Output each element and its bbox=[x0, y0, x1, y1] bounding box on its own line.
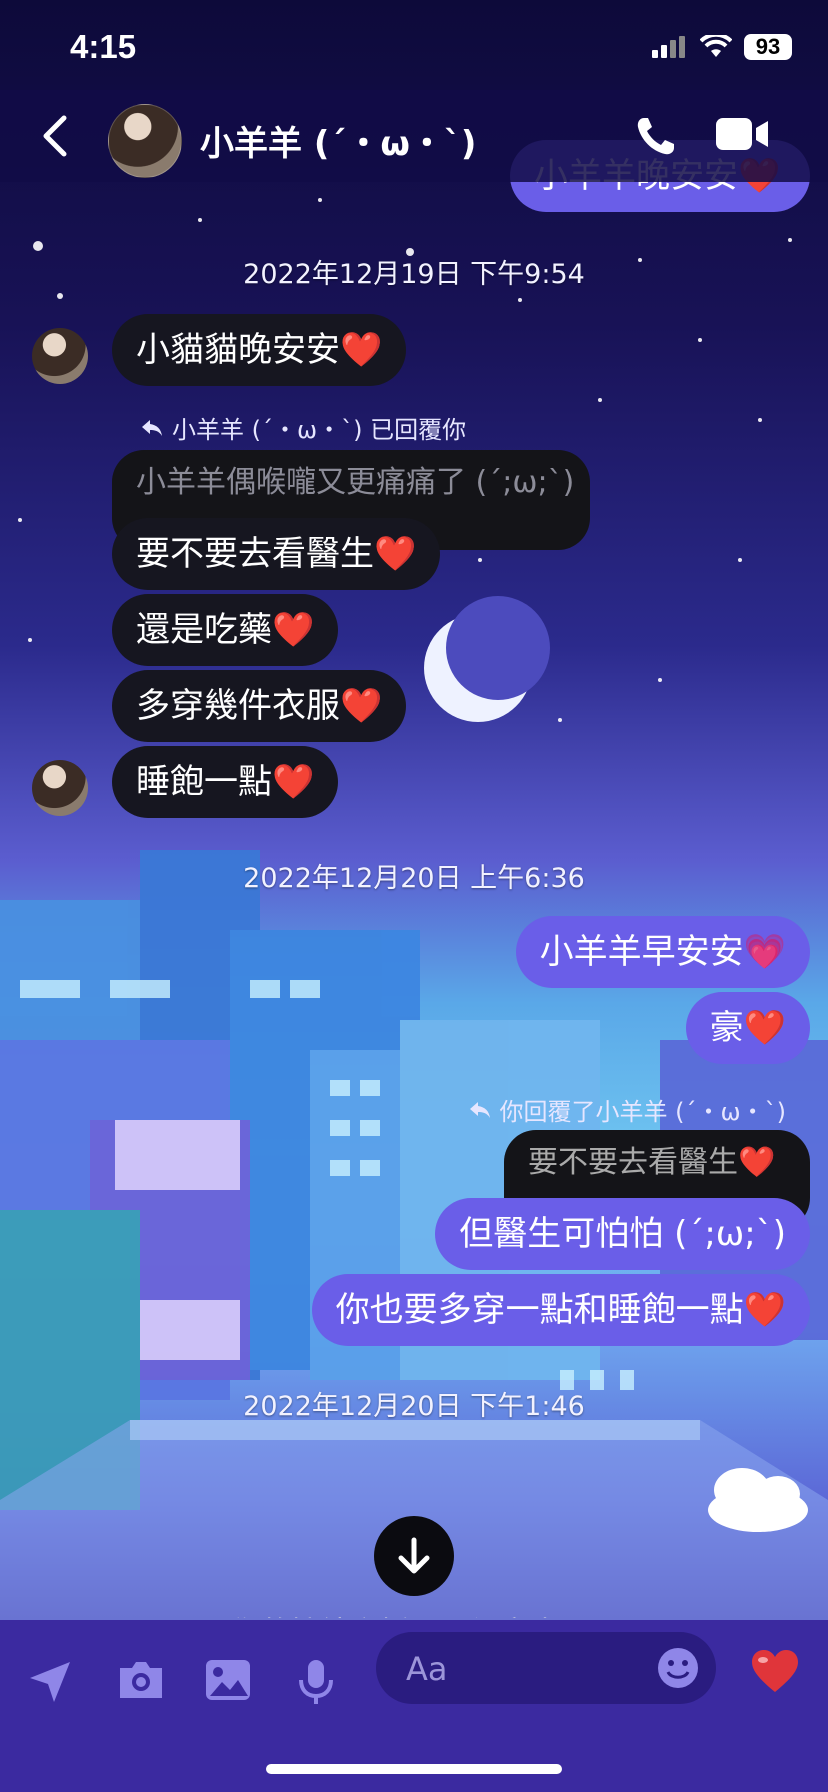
contact-avatar-small bbox=[32, 328, 88, 384]
contact-name[interactable]: 小羊羊 (´・ω・`) bbox=[200, 116, 476, 165]
reply-label-text: 小羊羊 (´・ω・`) 已回覆你 bbox=[172, 416, 467, 444]
image-gallery-icon[interactable] bbox=[204, 1658, 252, 1702]
arrow-down-icon bbox=[398, 1537, 430, 1574]
partially-hidden-message: 你將持續之播回覆視窗先❤️ bbox=[230, 1604, 570, 1618]
timestamp: 2022年12月20日 上午6:36 bbox=[243, 863, 585, 894]
back-chevron-icon[interactable] bbox=[36, 114, 76, 158]
status-time: 4:15 bbox=[70, 28, 137, 65]
incoming-message[interactable]: 還是吃藥❤️ bbox=[112, 594, 339, 666]
contact-avatar-small bbox=[32, 760, 88, 816]
outgoing-message[interactable]: 但醫生可怕怕 (´;ω;`) bbox=[435, 1198, 810, 1270]
chat-header: 小羊羊 (´・ω・`) bbox=[0, 90, 828, 182]
scroll-to-bottom-button[interactable] bbox=[374, 1516, 454, 1596]
send-location-icon[interactable] bbox=[26, 1658, 74, 1706]
outgoing-message[interactable]: 小羊羊早安安💗 bbox=[515, 916, 810, 988]
reply-indicator: 你回覆了小羊羊 (´・ω・`) bbox=[468, 1092, 786, 1127]
status-icons: 93 bbox=[652, 34, 792, 60]
microphone-icon[interactable] bbox=[296, 1658, 336, 1706]
battery-indicator: 93 bbox=[744, 34, 792, 60]
emoji-icon[interactable] bbox=[656, 1646, 700, 1690]
timestamp: 2022年12月20日 下午1:46 bbox=[243, 1391, 585, 1422]
chat-screen: 4:15 93 小羊羊 (´・ω・`) 2022年12月19日 下午9:54 小… bbox=[0, 0, 828, 1792]
home-indicator bbox=[266, 1764, 562, 1774]
incoming-message[interactable]: 要不要去看醫生❤️ bbox=[112, 518, 441, 590]
video-camera-icon[interactable] bbox=[716, 116, 770, 152]
reply-arrow-icon bbox=[142, 419, 162, 436]
reply-indicator: 小羊羊 (´・ω・`) 已回覆你 bbox=[140, 410, 466, 445]
phone-icon[interactable] bbox=[634, 114, 678, 158]
wifi-icon bbox=[700, 35, 732, 57]
incoming-message[interactable]: 睡飽一點❤️ bbox=[112, 746, 339, 818]
heart-like-icon[interactable] bbox=[750, 1648, 800, 1694]
reply-arrow-icon bbox=[469, 1101, 490, 1118]
message-input[interactable]: Aa bbox=[376, 1632, 716, 1704]
message-input-placeholder: Aa bbox=[406, 1650, 448, 1688]
incoming-message[interactable]: 多穿幾件衣服❤️ bbox=[112, 670, 407, 742]
incoming-message[interactable]: 小貓貓晚安安❤️ bbox=[112, 314, 407, 386]
status-bar: 4:15 93 bbox=[0, 0, 828, 100]
timestamp: 2022年12月19日 下午9:54 bbox=[243, 259, 585, 290]
reply-label-text: 你回覆了小羊羊 (´・ω・`) bbox=[499, 1098, 786, 1126]
signal-icon bbox=[652, 36, 685, 58]
outgoing-message[interactable]: 豪❤️ bbox=[685, 992, 810, 1064]
contact-avatar[interactable] bbox=[108, 104, 182, 178]
outgoing-message[interactable]: 你也要多穿一點和睡飽一點❤️ bbox=[311, 1274, 810, 1346]
camera-icon[interactable] bbox=[116, 1658, 166, 1702]
